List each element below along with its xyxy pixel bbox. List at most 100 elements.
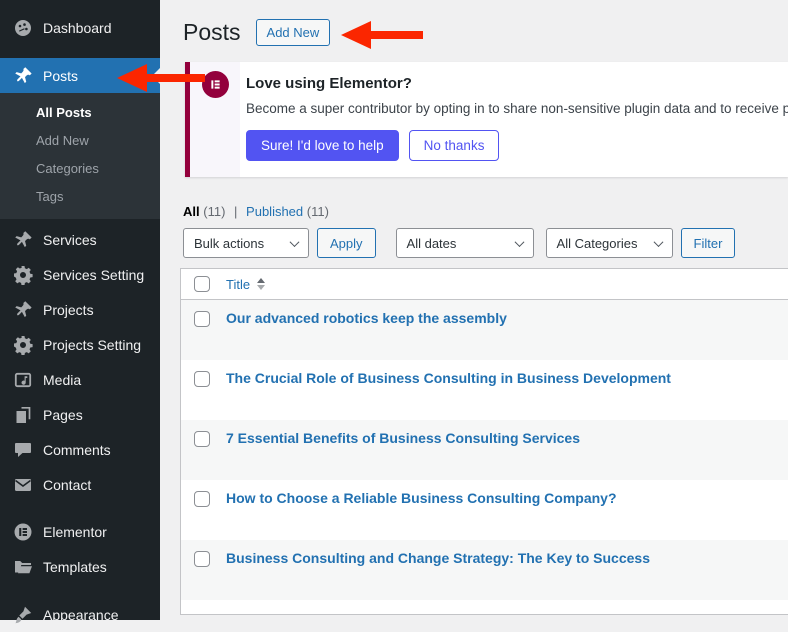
post-title-link[interactable]: Our advanced robotics keep the assembly: [226, 310, 507, 327]
sidebar-item-label: Services: [43, 232, 97, 248]
table-row: Business Consulting and Change Strategy:…: [181, 540, 788, 600]
view-published-link[interactable]: Published: [246, 204, 303, 219]
sidebar-separator: [0, 584, 160, 597]
gear-icon: [13, 265, 33, 285]
view-published-count: (11): [307, 204, 329, 219]
sort-arrows-icon: [257, 278, 265, 290]
sidebar-item-label: Projects: [43, 302, 94, 318]
sidebar-item-projects-setting[interactable]: Projects Setting: [0, 327, 160, 362]
notice-body-text: Become a super contributor by opting in …: [246, 101, 778, 116]
select-all-checkbox[interactable]: [194, 276, 210, 292]
elementor-notice: Love using Elementor? Become a super con…: [185, 62, 788, 177]
view-all-count: (11): [203, 204, 225, 219]
page-title: Posts: [183, 18, 241, 47]
sidebar-item-label: Dashboard: [43, 20, 112, 36]
post-title-link[interactable]: Business Consulting and Change Strategy:…: [226, 550, 650, 567]
sidebar-item-label: Pages: [43, 407, 83, 423]
table-row: How to Choose a Reliable Business Consul…: [181, 480, 788, 540]
sidebar-item-label: Comments: [43, 442, 111, 458]
sidebar-item-label: Templates: [43, 559, 107, 575]
submenu-item-categories[interactable]: Categories: [0, 154, 160, 182]
row-checkbox[interactable]: [194, 431, 210, 447]
main-content: Posts Add New Love using Elementor? Beco…: [160, 0, 788, 620]
all-dates-select[interactable]: All dates: [396, 228, 534, 258]
post-views-filter: All (11) | Published (11): [183, 204, 788, 219]
all-categories-value: All Categories: [557, 236, 638, 251]
notice-brand-strip: [190, 62, 240, 177]
view-all-link[interactable]: All: [183, 204, 200, 219]
add-new-button[interactable]: Add New: [256, 19, 331, 46]
row-checkbox[interactable]: [194, 371, 210, 387]
row-checkbox[interactable]: [194, 491, 210, 507]
sidebar-item-comments[interactable]: Comments: [0, 432, 160, 467]
table-row: 7 Essential Benefits of Business Consult…: [181, 420, 788, 480]
post-title-link[interactable]: 7 Essential Benefits of Business Consult…: [226, 430, 580, 447]
sidebar-item-label: Media: [43, 372, 81, 388]
sidebar-item-appearance[interactable]: Appearance: [0, 597, 160, 632]
sidebar-item-media[interactable]: Media: [0, 362, 160, 397]
sidebar-separator: [0, 502, 160, 514]
title-column-header[interactable]: Title: [226, 277, 265, 292]
table-header-row: Title: [181, 269, 788, 300]
all-categories-select[interactable]: All Categories: [546, 228, 673, 258]
table-row: Our advanced robotics keep the assembly: [181, 300, 788, 360]
filter-button[interactable]: Filter: [681, 228, 736, 258]
media-icon: [13, 370, 33, 390]
sidebar-item-label: Contact: [43, 477, 91, 493]
sidebar-item-label: Projects Setting: [43, 337, 141, 353]
sidebar-item-templates[interactable]: Templates: [0, 549, 160, 584]
envelope-icon: [13, 475, 33, 495]
post-title-link[interactable]: The Crucial Role of Business Consulting …: [226, 370, 671, 387]
bulk-actions-value: Bulk actions: [194, 236, 264, 251]
sidebar-item-pages[interactable]: Pages: [0, 397, 160, 432]
admin-sidebar: Dashboard Posts All Posts Add New Catego…: [0, 0, 160, 620]
sidebar-item-posts[interactable]: Posts: [0, 58, 160, 93]
dashboard-icon: [13, 18, 33, 38]
sidebar-item-services[interactable]: Services: [0, 222, 160, 257]
notice-decline-button[interactable]: No thanks: [409, 130, 500, 161]
submenu-item-tags[interactable]: Tags: [0, 182, 160, 210]
chevron-down-icon: [514, 237, 524, 247]
sidebar-item-projects[interactable]: Projects: [0, 292, 160, 327]
comment-bubble-icon: [13, 440, 33, 460]
table-row: [181, 600, 788, 614]
sidebar-separator: [0, 45, 160, 58]
notice-buttons: Sure! I'd love to help No thanks: [246, 130, 778, 161]
chevron-down-icon: [653, 237, 663, 247]
sidebar-item-label: Appearance: [43, 607, 119, 623]
row-checkbox[interactable]: [194, 311, 210, 327]
table-actions-bar: Bulk actions Apply All dates All Categor…: [183, 228, 788, 258]
notice-accept-button[interactable]: Sure! I'd love to help: [246, 130, 399, 161]
view-separator: |: [229, 204, 242, 219]
chevron-down-icon: [290, 237, 300, 247]
elementor-icon: [13, 522, 33, 542]
sidebar-item-dashboard[interactable]: Dashboard: [0, 10, 160, 45]
gear-icon: [13, 335, 33, 355]
page-header: Posts Add New: [160, 0, 788, 47]
paintbrush-icon: [13, 605, 33, 625]
sidebar-item-contact[interactable]: Contact: [0, 467, 160, 502]
sidebar-item-services-setting[interactable]: Services Setting: [0, 257, 160, 292]
elementor-logo-icon: [202, 71, 229, 98]
sidebar-item-label: Elementor: [43, 524, 107, 540]
post-title-link[interactable]: How to Choose a Reliable Business Consul…: [226, 490, 617, 507]
submenu-item-all-posts[interactable]: All Posts: [0, 98, 160, 126]
posts-table: Title Our advanced robotics keep the ass…: [180, 268, 788, 615]
notice-title: Love using Elementor?: [246, 75, 778, 92]
sidebar-item-label: Posts: [43, 68, 78, 84]
all-dates-value: All dates: [407, 236, 457, 251]
folder-icon: [13, 557, 33, 577]
pin-icon: [13, 300, 33, 320]
notice-content: Love using Elementor? Become a super con…: [240, 62, 788, 177]
row-checkbox[interactable]: [194, 551, 210, 567]
table-row: The Crucial Role of Business Consulting …: [181, 360, 788, 420]
pin-icon: [13, 230, 33, 250]
title-header-label: Title: [226, 277, 250, 292]
pin-icon: [13, 66, 33, 86]
apply-button[interactable]: Apply: [317, 228, 376, 258]
sidebar-item-elementor[interactable]: Elementor: [0, 514, 160, 549]
sidebar-item-label: Services Setting: [43, 267, 144, 283]
submenu-item-add-new[interactable]: Add New: [0, 126, 160, 154]
pages-icon: [13, 405, 33, 425]
bulk-actions-select[interactable]: Bulk actions: [183, 228, 309, 258]
